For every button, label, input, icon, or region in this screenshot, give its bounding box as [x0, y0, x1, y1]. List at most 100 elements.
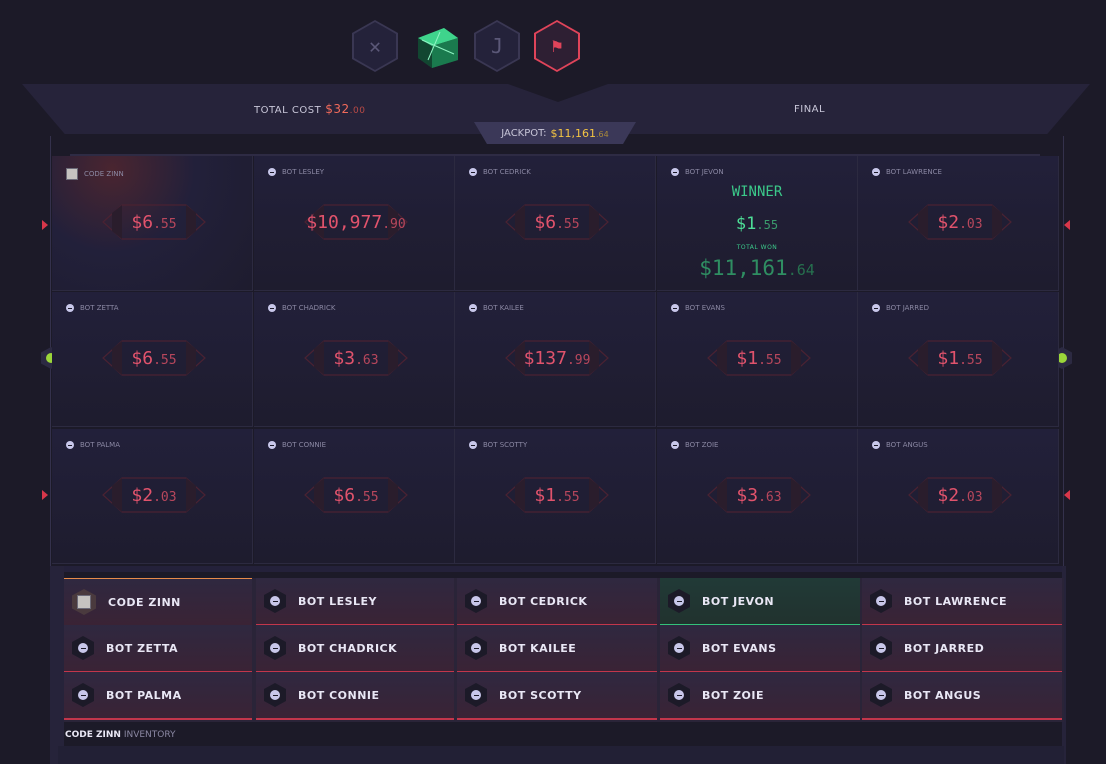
cell-player-name-text: BOT CONNIE: [282, 441, 327, 449]
result-cell: BOT CEDRICK $6.55: [455, 156, 656, 291]
value-cents: .55: [355, 489, 379, 505]
cell-player-name-text: BOT CEDRICK: [483, 168, 531, 176]
winner-round-value: $1.55: [657, 214, 857, 234]
cell-player-name: BOT LESLEY: [268, 168, 324, 176]
player-name: BOT JEVON: [702, 594, 775, 608]
cell-player-name-text: BOT SCOTTY: [483, 441, 528, 449]
player-slot[interactable]: BOT LAWRENCE: [862, 578, 1062, 626]
total-cost: TOTAL COST $32.00: [254, 102, 365, 116]
player-slot[interactable]: BOT JEVON: [660, 578, 860, 626]
value-dollars: $6: [131, 211, 154, 233]
bot-avatar-icon: [668, 589, 690, 613]
item-value: $1.55: [707, 340, 811, 376]
value-dollars: $3: [333, 347, 356, 369]
result-cell: BOT PALMA $2.03: [52, 429, 253, 564]
player-slot[interactable]: BOT ANGUS: [862, 672, 1062, 720]
bot-avatar-icon: [66, 441, 74, 449]
cell-player-name-text: BOT EVANS: [685, 304, 725, 312]
bot-avatar-icon: [870, 589, 892, 613]
item-value: $3.63: [707, 477, 811, 513]
value-dollars: $10,977: [306, 211, 383, 233]
player-name: BOT LAWRENCE: [904, 594, 1008, 608]
bot-avatar-icon: [469, 168, 477, 176]
cell-player-name: BOT CEDRICK: [469, 168, 531, 176]
bot-avatar-icon: [264, 589, 286, 613]
cell-player-name: BOT JEVON: [671, 168, 724, 176]
value-cents: .55: [153, 352, 177, 368]
value-cents: .55: [758, 352, 782, 368]
result-cell: CODE ZINN $6.55: [52, 156, 253, 291]
cell-player-name: BOT ZETTA: [66, 304, 119, 312]
bot-avatar-icon: [469, 441, 477, 449]
bot-avatar-icon: [671, 441, 679, 449]
cell-player-name: BOT CONNIE: [268, 441, 326, 449]
total-cost-cents: .00: [349, 106, 366, 116]
round-x-button[interactable]: ✕: [352, 20, 398, 72]
result-cell: BOT LESLEY $10,977.90: [254, 156, 455, 291]
player-name: CODE ZINN: [108, 595, 181, 609]
value-dollars: $1: [534, 484, 557, 506]
player-name: BOT CHADRICK: [298, 641, 398, 655]
player-slot[interactable]: CODE ZINN: [64, 578, 252, 627]
value-cents: .55: [959, 352, 983, 368]
player-slot[interactable]: BOT CONNIE: [256, 672, 454, 720]
player-slot[interactable]: BOT ZETTA: [64, 625, 252, 673]
value-cents: .55: [153, 216, 177, 232]
value-cents: .55: [556, 216, 580, 232]
value-cents: .03: [153, 489, 177, 505]
bot-avatar-icon: [268, 168, 276, 176]
player-name: BOT ZOIE: [702, 688, 765, 702]
round-final-button[interactable]: ⚑: [534, 20, 580, 72]
round-j-button[interactable]: J: [474, 20, 520, 72]
value-dollars: $137: [523, 347, 567, 369]
item-value: $6.55: [505, 204, 609, 240]
value-cents: .03: [959, 489, 983, 505]
player-slot[interactable]: BOT ZOIE: [660, 672, 860, 720]
cell-player-name: BOT KAILEE: [469, 304, 524, 312]
player-slot[interactable]: BOT LESLEY: [256, 578, 454, 626]
result-cell: BOT CHADRICK $3.63: [254, 292, 455, 427]
player-slot[interactable]: BOT CHADRICK: [256, 625, 454, 673]
value-dollars: $2: [937, 484, 960, 506]
player-name: BOT KAILEE: [499, 641, 577, 655]
value-dollars: $1: [735, 214, 757, 234]
cell-player-name-text: BOT ANGUS: [886, 441, 928, 449]
bot-avatar-icon: [72, 683, 94, 707]
value-dollars: $1: [736, 347, 759, 369]
inventory-label: INVENTORY: [123, 730, 176, 740]
player-slot[interactable]: BOT SCOTTY: [457, 672, 657, 720]
player-name: BOT ANGUS: [904, 688, 982, 702]
row1-right-arrow-icon: [1064, 220, 1074, 230]
result-cell: BOT JARRED $1.55: [858, 292, 1059, 427]
value-cents: .99: [566, 352, 591, 368]
checkered-flag-icon: ⚑: [536, 22, 578, 70]
player-slot[interactable]: BOT PALMA: [64, 672, 252, 720]
player-slot[interactable]: BOT JARRED: [862, 625, 1062, 673]
cell-player-name-text: BOT JEVON: [685, 168, 724, 176]
bot-avatar-icon: [264, 636, 286, 660]
cell-player-name: CODE ZINN: [66, 168, 124, 180]
total-won-cents: .64: [787, 261, 815, 279]
cell-player-name-text: BOT LAWRENCE: [886, 168, 942, 176]
value-cents: .55: [756, 218, 779, 232]
item-value: $1.55: [505, 477, 609, 513]
value-dollars: $1: [937, 347, 960, 369]
case-icon[interactable]: [414, 24, 462, 70]
user-avatar-icon: [72, 589, 96, 615]
total-cost-value: $32: [325, 102, 350, 116]
player-slot[interactable]: BOT CEDRICK: [457, 578, 657, 626]
battle-status: FINAL: [794, 104, 826, 115]
bot-avatar-icon: [66, 304, 74, 312]
player-name: BOT CONNIE: [298, 688, 380, 702]
player-slot[interactable]: BOT KAILEE: [457, 625, 657, 673]
result-cell: BOT KAILEE $137.99: [455, 292, 656, 427]
value-dollars: $6: [534, 211, 557, 233]
player-slot[interactable]: BOT EVANS: [660, 625, 860, 673]
player-name: BOT ZETTA: [106, 641, 178, 655]
result-cell: BOT ANGUS $2.03: [858, 429, 1059, 564]
item-value: $1.55: [908, 340, 1012, 376]
value-cents: .63: [355, 352, 379, 368]
item-value: $137.99: [505, 340, 609, 376]
item-value: $10,977.90: [304, 204, 408, 240]
bot-avatar-icon: [465, 589, 487, 613]
